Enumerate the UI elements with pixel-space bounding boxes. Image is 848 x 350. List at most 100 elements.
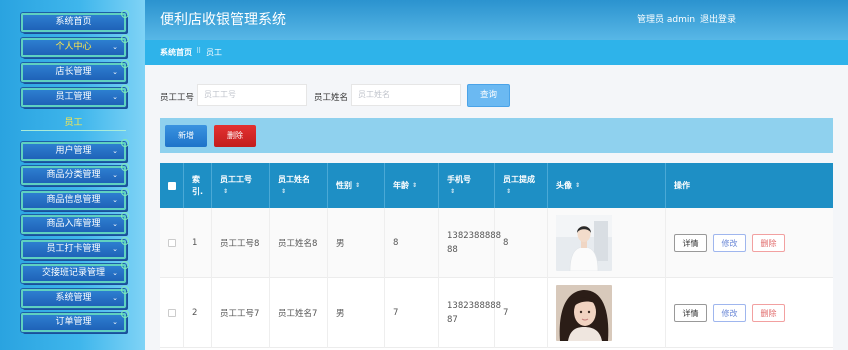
col-emp-name[interactable]: 员工姓名 ⇕ <box>270 163 328 208</box>
sidebar-item-system[interactable]: 系统管理 ⌄ <box>21 286 129 308</box>
chevron-down-icon: ⌄ <box>112 68 118 76</box>
row-delete-button[interactable]: 删除 <box>752 304 785 322</box>
breadcrumb-current: 员工 <box>206 48 222 57</box>
corner-dot-icon <box>121 10 129 18</box>
cell-emp-id: 员工工号7 <box>212 278 270 348</box>
chevron-down-icon: ⌄ <box>112 220 118 228</box>
col-ops-label: 操作 <box>674 181 690 190</box>
cell-phone-line: 87 <box>447 315 458 325</box>
row-checkbox[interactable] <box>168 239 176 247</box>
sidebar-item-product[interactable]: 商品信息管理 ⌄ <box>21 188 129 210</box>
sidebar-item-clock-in[interactable]: 员工打卡管理 ⌄ <box>21 237 129 259</box>
cell-gender: 男 <box>328 208 385 278</box>
corner-dot-icon <box>121 286 129 294</box>
main-content: 员工工号 员工工号 员工姓名 员工姓名 查询 新增 删除 索 引. 员工工号 ⇕… <box>145 65 848 350</box>
col-avatar[interactable]: 头像 ⇕ <box>548 163 666 208</box>
sidebar-item-label: 商品入库管理 <box>46 219 101 229</box>
edit-button[interactable]: 修改 <box>713 304 746 322</box>
sidebar-subitem-employee[interactable]: 员工 <box>21 115 126 128</box>
chevron-down-icon: ⌄ <box>112 171 118 179</box>
cell-phone-line: 1382388888 <box>447 231 502 241</box>
col-age[interactable]: 年龄 ⇕ <box>385 163 439 208</box>
sidebar-item-manager[interactable]: 店长管理 ⌄ <box>21 60 129 82</box>
col-gender[interactable]: 性别 ⇕ <box>328 163 385 208</box>
sidebar-item-profile[interactable]: 个人中心 ⌄ <box>21 35 129 57</box>
chevron-down-icon: ⌄ <box>112 294 118 302</box>
cell-ops: 详情 修改 删除 <box>666 278 833 348</box>
divider <box>21 130 126 131</box>
cell-ops: 详情 修改 删除 <box>666 208 833 278</box>
sidebar-item-orders[interactable]: 订单管理 ⌄ <box>21 310 129 332</box>
sidebar-item-shift[interactable]: 交接班记录管理 ⌄ <box>21 261 129 283</box>
sort-icon: ⇕ <box>223 187 229 195</box>
breadcrumb-separator-icon: ⠿ <box>196 47 202 55</box>
cell-age: 8 <box>385 208 439 278</box>
sidebar-item-label: 系统首页 <box>55 17 92 27</box>
corner-dot-icon <box>121 60 129 68</box>
emp-id-label: 员工工号 <box>160 93 195 103</box>
row-select-cell <box>160 208 184 278</box>
col-emp-id-label: 员工工号 <box>220 174 252 184</box>
sidebar-item-users[interactable]: 用户管理 ⌄ <box>21 139 129 161</box>
sort-icon: ⇕ <box>575 182 581 189</box>
corner-dot-icon <box>121 85 129 93</box>
sidebar-item-label: 交接班记录管理 <box>41 268 105 278</box>
cell-avatar <box>548 278 666 348</box>
emp-id-input[interactable]: 员工工号 <box>197 84 307 106</box>
col-phone-label: 手机号 <box>447 174 471 184</box>
employee-table: 索 引. 员工工号 ⇕ 员工姓名 ⇕ 性别 ⇕ 年龄 ⇕ 手机号 ⇕ 员工提成 … <box>160 163 833 350</box>
emp-name-label: 员工姓名 <box>314 93 349 103</box>
corner-dot-icon <box>121 212 129 220</box>
row-checkbox[interactable] <box>168 309 176 317</box>
detail-button[interactable]: 详情 <box>674 304 707 322</box>
cell-index: 1 <box>184 208 212 278</box>
select-all-checkbox[interactable] <box>168 181 176 190</box>
edit-button[interactable]: 修改 <box>713 234 746 252</box>
search-button[interactable]: 查询 <box>467 84 510 107</box>
col-phone[interactable]: 手机号 ⇕ <box>439 163 495 208</box>
col-index-label-1: 索 <box>192 174 200 184</box>
col-avatar-label: 头像 <box>556 181 572 190</box>
logout-link[interactable]: 退出登录 <box>700 12 736 25</box>
row-delete-button[interactable]: 删除 <box>752 234 785 252</box>
col-emp-id[interactable]: 员工工号 ⇕ <box>212 163 270 208</box>
sort-icon: ⇕ <box>450 187 456 195</box>
cell-emp-id: 员工工号8 <box>212 208 270 278</box>
breadcrumb-home[interactable]: 系统首页 <box>160 47 192 58</box>
col-commission[interactable]: 员工提成 ⇕ <box>495 163 548 208</box>
emp-name-input[interactable]: 员工姓名 <box>351 84 461 106</box>
sidebar-item-label: 个人中心 <box>55 42 92 52</box>
detail-button[interactable]: 详情 <box>674 234 707 252</box>
avatar[interactable] <box>556 285 612 341</box>
sidebar-item-home[interactable]: 系统首页 <box>21 10 129 32</box>
cell-emp-name: 员工姓名7 <box>270 278 328 348</box>
cell-emp-name: 员工姓名8 <box>270 208 328 278</box>
sidebar-item-employee[interactable]: 员工管理 ⌄ <box>21 85 129 107</box>
sort-icon: ⇕ <box>412 182 418 189</box>
delete-button[interactable]: 删除 <box>214 125 256 147</box>
chevron-down-icon: ⌄ <box>112 269 118 277</box>
cell-avatar <box>548 208 666 278</box>
table-row: 2 员工工号7 员工姓名7 男 7 1382388888 87 7 详情 修改 … <box>160 278 833 348</box>
app-title: 便利店收银管理系统 <box>160 12 286 28</box>
cell-commission: 8 <box>495 208 548 278</box>
sidebar-item-category[interactable]: 商品分类管理 ⌄ <box>21 163 129 185</box>
sidebar-item-label: 商品分类管理 <box>46 170 101 180</box>
sidebar-item-label: 商品信息管理 <box>46 195 101 205</box>
cell-age: 7 <box>385 278 439 348</box>
cell-phone-line: 88 <box>447 245 458 255</box>
corner-dot-icon <box>121 237 129 245</box>
sidebar-item-label: 订单管理 <box>55 317 92 327</box>
avatar[interactable] <box>556 215 612 271</box>
col-index-label-2: 引. <box>192 186 204 196</box>
top-header: 便利店收银管理系统 管理员 admin 退出登录 <box>145 0 848 40</box>
sidebar-item-stock-in[interactable]: 商品入库管理 ⌄ <box>21 212 129 234</box>
table-header: 索 引. 员工工号 ⇕ 员工姓名 ⇕ 性别 ⇕ 年龄 ⇕ 手机号 ⇕ 员工提成 … <box>160 163 833 208</box>
cell-index: 2 <box>184 278 212 348</box>
current-user: 管理员 admin <box>637 15 696 25</box>
cell-phone: 1382388888 87 <box>439 278 501 348</box>
col-index: 索 引. <box>184 163 212 208</box>
col-commission-label: 员工提成 <box>503 174 535 184</box>
col-gender-label: 性别 <box>336 181 352 190</box>
add-button[interactable]: 新增 <box>165 125 207 147</box>
